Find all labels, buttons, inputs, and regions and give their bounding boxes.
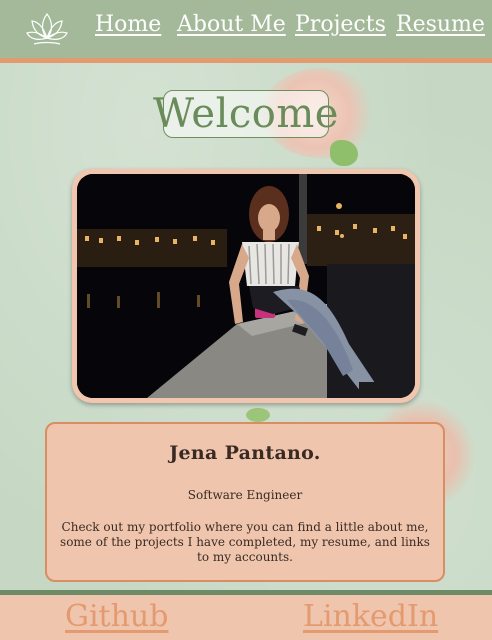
profile-role: Software Engineer — [187, 488, 303, 502]
welcome-banner: Welcome — [153, 90, 338, 138]
profile-photo — [77, 174, 415, 398]
main-nav: Home About Me Projects Resume — [95, 12, 485, 42]
profile-description: Check out my portfolio where you can fin… — [60, 520, 430, 564]
site-footer: Github LinkedIn — [0, 590, 492, 640]
nav-link-home[interactable]: Home — [95, 12, 161, 37]
decorative-flower-leaf — [246, 408, 270, 422]
github-link[interactable]: Github — [65, 599, 168, 634]
linkedin-link[interactable]: LinkedIn — [303, 599, 438, 634]
nav-link-resume[interactable]: Resume — [396, 12, 485, 37]
nav-link-about-me[interactable]: About Me — [177, 12, 286, 37]
decorative-flower-stem — [330, 140, 358, 166]
profile-card: Jena Pantano. Software Engineer Check ou… — [45, 422, 445, 582]
welcome-title: Welcome — [153, 91, 339, 137]
profile-name: Jena Pantano. — [169, 442, 321, 464]
profile-photo-frame — [72, 169, 420, 403]
site-header: Home About Me Projects Resume — [0, 0, 492, 63]
lotus-logo-icon[interactable] — [24, 6, 70, 52]
nav-link-projects[interactable]: Projects — [295, 12, 386, 37]
